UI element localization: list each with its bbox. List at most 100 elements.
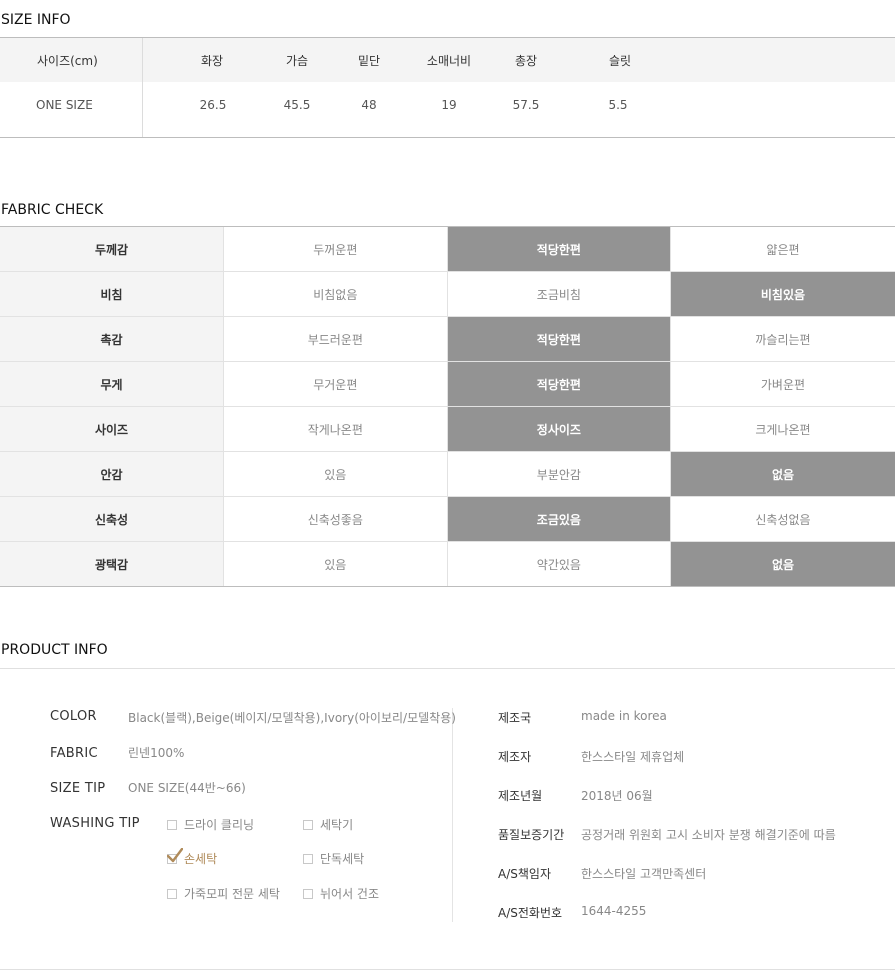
fabric-option: 비침없음: [224, 272, 448, 316]
fabric-row-label: 안감: [0, 452, 224, 496]
fabric-option-selected: 적당한편: [447, 317, 672, 361]
fabric-row-label: 무게: [0, 362, 224, 406]
fabric-row-label: 광택감: [0, 542, 224, 586]
fabric-option-selected: 적당한편: [447, 362, 672, 406]
as-manager-value: 한스스타일 고객만족센터: [581, 867, 707, 881]
checkmark-icon: [167, 847, 183, 862]
size-value-name: ONE SIZE: [36, 98, 93, 112]
checkbox-icon: [303, 853, 313, 864]
fabric-row: 사이즈 작게나온편 정사이즈 크게나온편: [0, 407, 895, 452]
size-value-slit: 5.5: [608, 98, 628, 112]
as-phone-value: 1644-4255: [581, 904, 647, 918]
fabric-row: 안감 있음 부분안감 없음: [0, 452, 895, 497]
fabric-value: 린넨100%: [128, 746, 185, 760]
color-value: Black(블랙),Beige(베이지/모델착용),Ivory(아이보리/모델착…: [128, 711, 456, 725]
manufacture-date-label: 제조년월: [498, 789, 543, 803]
size-table: 사이즈(cm) 화장 가슴 밑단 소매너비 총장 슬릿 ONE SIZE 26.…: [0, 37, 895, 138]
size-header-chest: 가슴: [285, 54, 309, 68]
product-info-title: PRODUCT INFO: [1, 642, 108, 658]
size-value-hem: 48: [361, 98, 377, 112]
as-manager-label: A/S책임자: [498, 867, 551, 881]
size-table-header: 사이즈(cm) 화장 가슴 밑단 소매너비 총장 슬릿: [0, 38, 895, 82]
fabric-row-label: 두께감: [0, 227, 224, 271]
wash-separate: 단독세탁: [303, 850, 364, 867]
fabric-row: 촉감 부드러운편 적당한편 까슬리는편: [0, 317, 895, 362]
manufacture-date-value: 2018년 06월: [581, 789, 653, 803]
fabric-option: 신축성좋음: [224, 497, 448, 541]
size-header-sleeve-width: 소매너비: [426, 54, 472, 68]
fabric-row: 광택감 있음 약간있음 없음: [0, 542, 895, 586]
fabric-option-selected: 없음: [671, 542, 895, 586]
wash-lay-flat-label: 뉘어서 건조: [320, 887, 380, 901]
fabric-option-selected: 정사이즈: [447, 407, 672, 451]
warranty-label: 품질보증기간: [498, 828, 565, 842]
size-header-sleeve: 화장: [200, 54, 224, 68]
fabric-row: 비침 비침없음 조금비침 비침있음: [0, 272, 895, 317]
fabric-option: 작게나온편: [224, 407, 448, 451]
as-phone-label: A/S전화번호: [498, 906, 563, 920]
fabric-row-label: 사이즈: [0, 407, 224, 451]
wash-washer: 세탁기: [303, 816, 353, 833]
checkbox-icon: [167, 888, 177, 899]
size-header-hem: 밑단: [357, 54, 381, 68]
fabric-option-selected: 비침있음: [671, 272, 895, 316]
divider: [0, 668, 895, 669]
fabric-option: 가벼운편: [671, 362, 895, 406]
fabric-row: 무게 무거운편 적당한편 가벼운편: [0, 362, 895, 407]
size-divider: [142, 38, 143, 137]
fabric-option: 부분안감: [447, 452, 672, 496]
fabric-option: 부드러운편: [224, 317, 448, 361]
fabric-row-label: 신축성: [0, 497, 224, 541]
checkbox-icon: [303, 819, 313, 830]
wash-hand-wash-label: 손세탁: [184, 852, 218, 866]
fabric-option: 있음: [224, 542, 448, 586]
fabric-row-label: 촉감: [0, 317, 224, 361]
warranty-value: 공정거래 위원회 고시 소비자 분쟁 해결기준에 따름: [581, 828, 836, 842]
fabric-option-selected: 조금있음: [447, 497, 672, 541]
fabric-row: 신축성 신축성좋음 조금있음 신축성없음: [0, 497, 895, 542]
divider: [0, 969, 895, 970]
fabric-option: 신축성없음: [671, 497, 895, 541]
fabric-option-selected: 적당한편: [447, 227, 672, 271]
fabric-check-title: FABRIC CHECK: [1, 202, 104, 218]
fabric-option: 약간있음: [447, 542, 672, 586]
size-header-size: 사이즈(cm): [37, 54, 98, 68]
color-label: COLOR: [50, 709, 97, 724]
wash-leather-pro-label: 가죽모피 전문 세탁: [184, 887, 280, 901]
origin-label: 제조국: [498, 711, 532, 725]
checkbox-icon: [303, 888, 313, 899]
fabric-row: 두께감 두꺼운편 적당한편 얇은편: [0, 227, 895, 272]
size-value-length: 57.5: [512, 98, 540, 112]
size-value-sleeve: 26.5: [199, 98, 227, 112]
wash-lay-flat: 뉘어서 건조: [303, 885, 379, 902]
wash-leather-pro: 가죽모피 전문 세탁: [167, 885, 280, 902]
wash-hand-wash: 손세탁: [167, 847, 218, 867]
size-value-chest: 45.5: [283, 98, 311, 112]
manufacturer-value: 한스스타일 제휴업체: [581, 750, 685, 764]
fabric-label: FABRIC: [50, 746, 98, 761]
size-tip-value: ONE SIZE(44반~66): [128, 781, 246, 795]
divider: [452, 708, 453, 922]
fabric-row-label: 비침: [0, 272, 224, 316]
fabric-option-selected: 없음: [671, 452, 895, 496]
fabric-option: 두꺼운편: [224, 227, 448, 271]
checkbox-checked-icon: [167, 847, 183, 864]
origin-value: made in korea: [581, 709, 667, 723]
wash-dry-cleaning-label: 드라이 클리닝: [184, 818, 255, 832]
wash-separate-label: 단독세탁: [320, 852, 365, 866]
size-info-title: SIZE INFO: [1, 12, 71, 28]
size-tip-label: SIZE TIP: [50, 781, 106, 796]
fabric-option: 얇은편: [671, 227, 895, 271]
checkbox-icon: [167, 819, 177, 830]
washing-tip-label: WASHING TIP: [50, 816, 140, 831]
fabric-option: 까슬리는편: [671, 317, 895, 361]
wash-washer-label: 세탁기: [320, 818, 354, 832]
fabric-option: 크게나온편: [671, 407, 895, 451]
fabric-option: 있음: [224, 452, 448, 496]
fabric-option: 조금비침: [447, 272, 672, 316]
fabric-table: 두께감 두꺼운편 적당한편 얇은편 비침 비침없음 조금비침 비침있음 촉감 부드러운편 적당한편 까…: [0, 226, 895, 587]
wash-dry-cleaning: 드라이 클리닝: [167, 816, 254, 833]
fabric-option: 무거운편: [224, 362, 448, 406]
size-value-sleeve-width: 19: [441, 98, 457, 112]
manufacturer-label: 제조자: [498, 750, 532, 764]
